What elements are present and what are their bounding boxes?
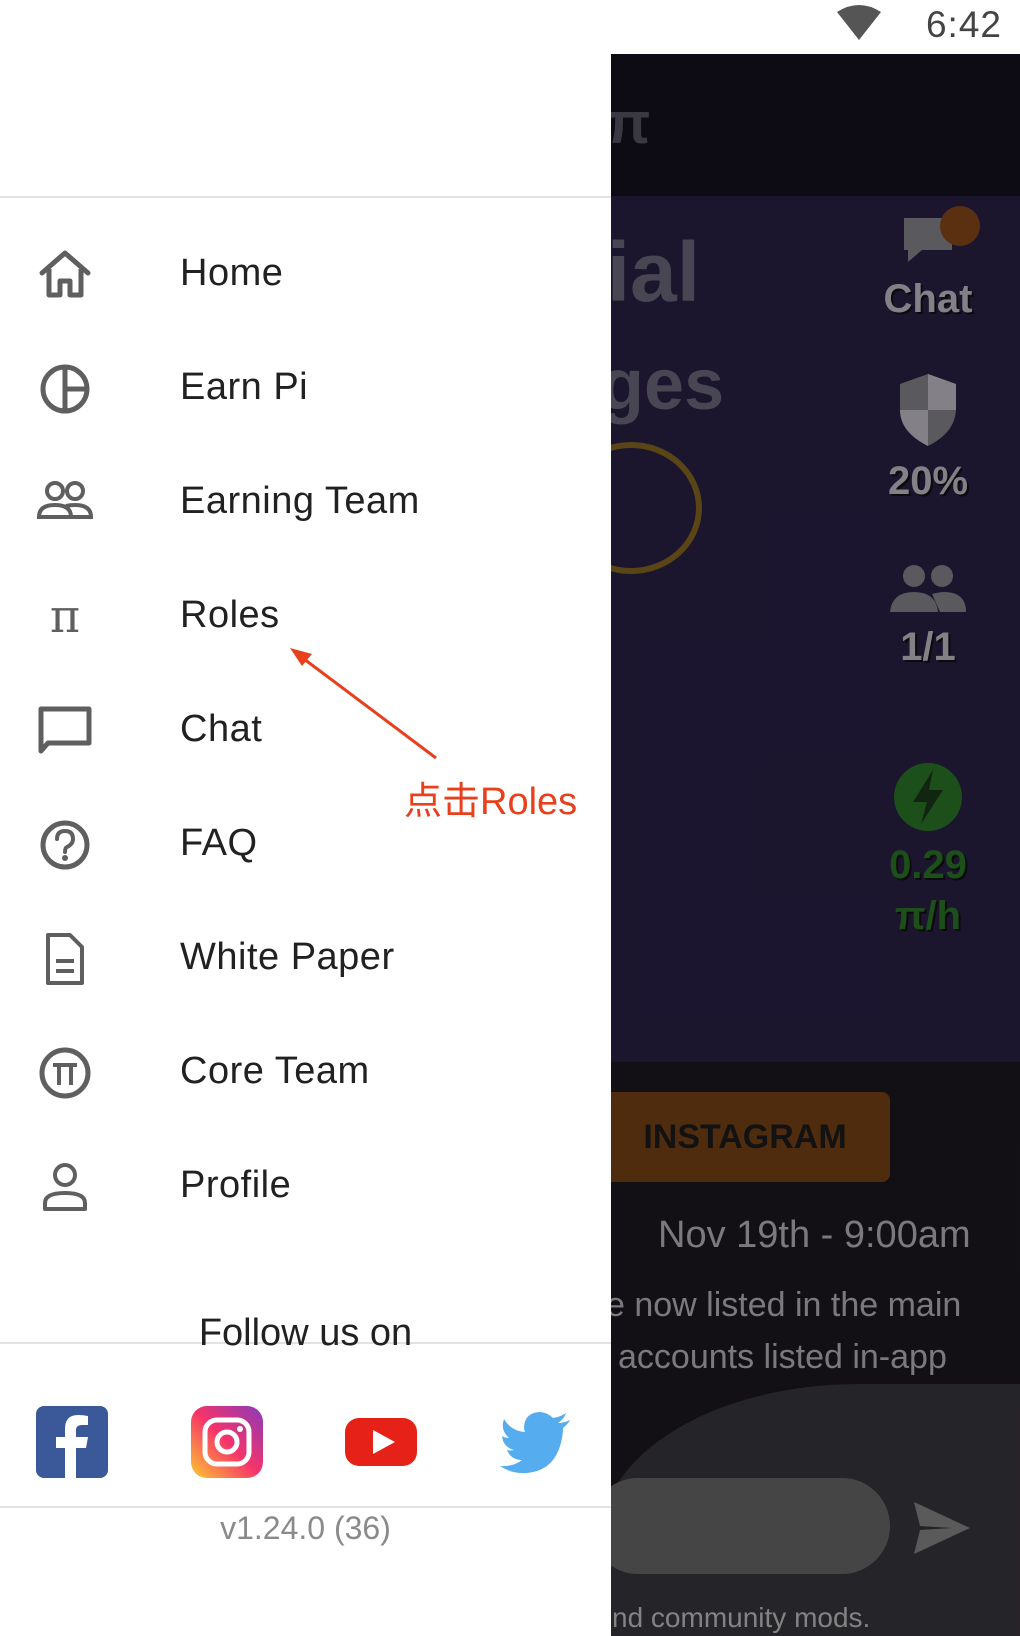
team-icon: [36, 481, 94, 519]
twitter-icon[interactable]: [500, 1406, 572, 1478]
divider: [0, 196, 611, 198]
menu-label: Earning Team: [180, 480, 420, 522]
follow-us-label: Follow us on: [198, 1312, 413, 1354]
pi-icon: π: [49, 589, 81, 643]
menu-item-earn-pi[interactable]: Earn Pi: [0, 330, 611, 448]
annotation-text: 点击Roles: [404, 781, 578, 823]
menu-label: FAQ: [180, 822, 258, 864]
drawer-header: [0, 54, 611, 196]
instagram-icon[interactable]: [191, 1406, 263, 1478]
menu-item-white-paper[interactable]: White Paper: [0, 900, 611, 1018]
menu-item-profile[interactable]: Profile: [0, 1128, 611, 1246]
status-bar: 6:42: [0, 0, 1020, 54]
status-time: 6:42: [925, 4, 1002, 45]
menu-label: Core Team: [180, 1050, 370, 1092]
person-icon: [43, 1163, 87, 1211]
pi-circle-icon: [39, 1047, 91, 1099]
menu-label: White Paper: [180, 936, 395, 978]
navigation-drawer: Home Earn Pi Earning Team π Roles Chat F…: [0, 54, 611, 1636]
pie-icon: [40, 364, 90, 414]
home-icon: [39, 250, 91, 298]
facebook-icon[interactable]: [36, 1406, 108, 1478]
help-icon: [40, 820, 90, 870]
menu-label: Chat: [180, 708, 263, 750]
menu-label: Earn Pi: [180, 366, 309, 408]
menu-item-core-team[interactable]: Core Team: [0, 1014, 611, 1132]
menu-item-earning-team[interactable]: Earning Team: [0, 444, 611, 562]
wifi-icon: [837, 5, 881, 40]
divider: [0, 1506, 611, 1508]
menu-item-home[interactable]: Home: [0, 216, 611, 334]
menu-label: Roles: [180, 594, 280, 636]
chat-icon: [38, 706, 92, 754]
document-icon: [46, 933, 84, 985]
app-version: v1.24.0 (36): [220, 1510, 391, 1546]
menu-label: Home: [180, 252, 284, 294]
menu-label: Profile: [180, 1164, 292, 1206]
youtube-icon[interactable]: [345, 1406, 417, 1478]
menu-item-roles[interactable]: π Roles: [0, 558, 611, 676]
